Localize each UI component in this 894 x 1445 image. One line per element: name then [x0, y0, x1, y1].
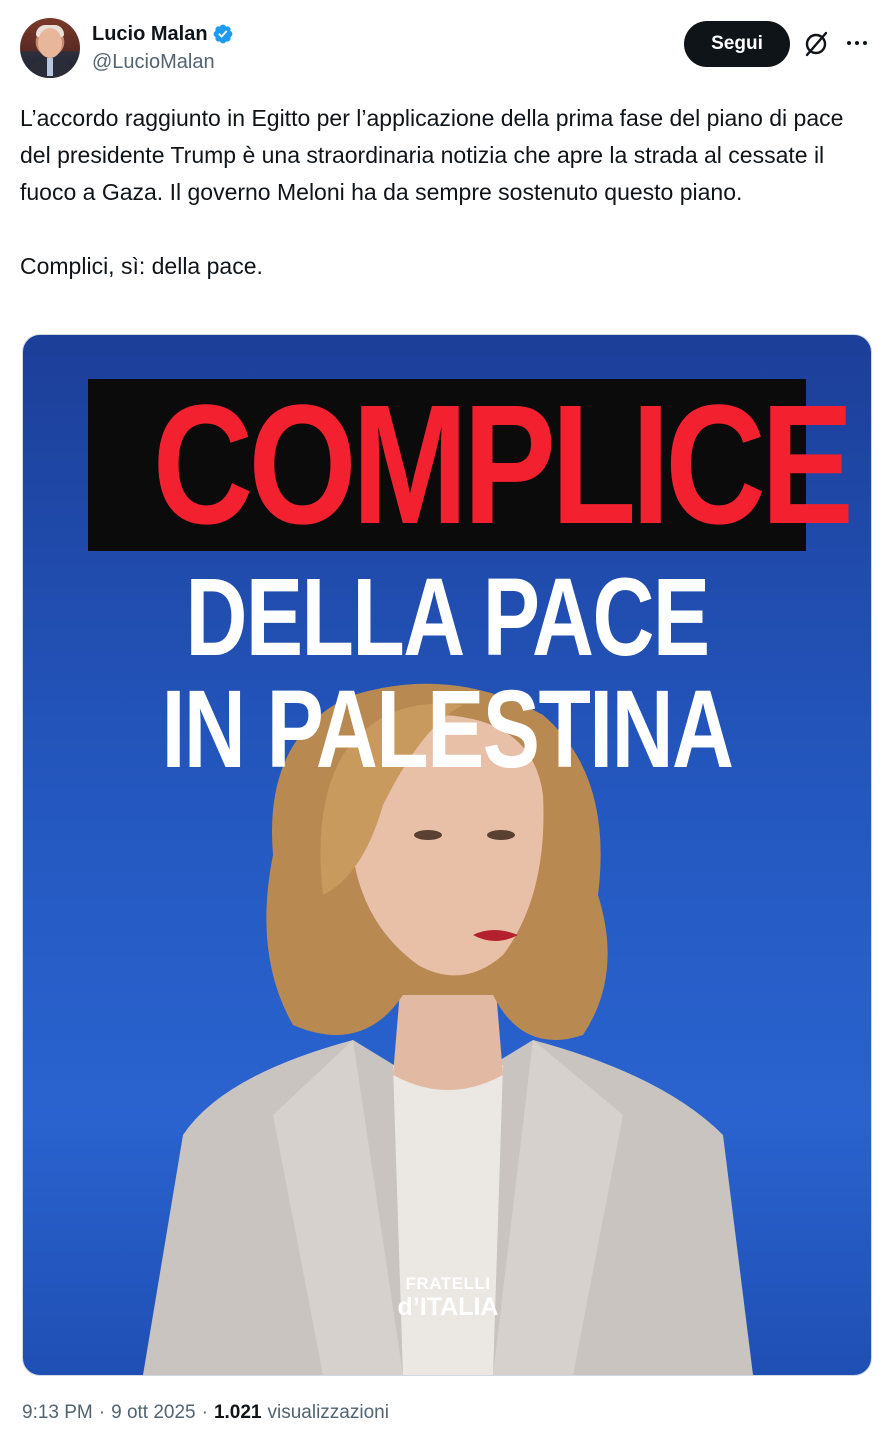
headline-red: COMPLICE — [152, 370, 854, 560]
tweet-date[interactable]: 9 ott 2025 — [111, 1402, 196, 1424]
tweet-text: L’accordo raggiunto in Egitto per l’appl… — [20, 105, 844, 279]
author-avatar[interactable] — [20, 18, 80, 78]
logo-top-text: FRATELLI — [405, 1274, 491, 1293]
author-display-name[interactable]: Lucio Malan — [92, 21, 208, 47]
headline-white-line-2: IN PALESTINA — [161, 668, 734, 791]
grok-icon[interactable] — [802, 30, 830, 58]
more-icon[interactable] — [842, 28, 872, 58]
tweet-header: Lucio Malan @LucioMalan Segui — [20, 18, 874, 82]
headline-bar: COMPLICE — [88, 370, 854, 560]
tweet-meta: 9:13 PM · 9 ott 2025 · 1.021 visualizzaz… — [22, 1402, 389, 1424]
verified-badge-icon — [213, 24, 232, 44]
views-label: visualizzazioni — [267, 1402, 389, 1423]
logo-bottom-text: d’ITALIA — [397, 1293, 499, 1321]
author-info: Lucio Malan @LucioMalan — [92, 21, 234, 75]
fratelli-italia-logo: FRATELLI d’ITALIA — [373, 1274, 523, 1322]
meta-separator: · — [98, 1402, 106, 1423]
headline-white-line-1: DELLA PACE — [185, 556, 710, 679]
meta-separator-2: · — [201, 1402, 208, 1423]
tweet-image[interactable]: COMPLICE DELLA PACE IN PALESTINA FRATELL… — [22, 334, 872, 1376]
author-handle[interactable]: @LucioMalan — [92, 49, 234, 75]
follow-button[interactable]: Segui — [684, 21, 790, 67]
views-count: 1.021 — [213, 1402, 262, 1423]
tweet-time[interactable]: 9:13 PM — [22, 1402, 93, 1424]
